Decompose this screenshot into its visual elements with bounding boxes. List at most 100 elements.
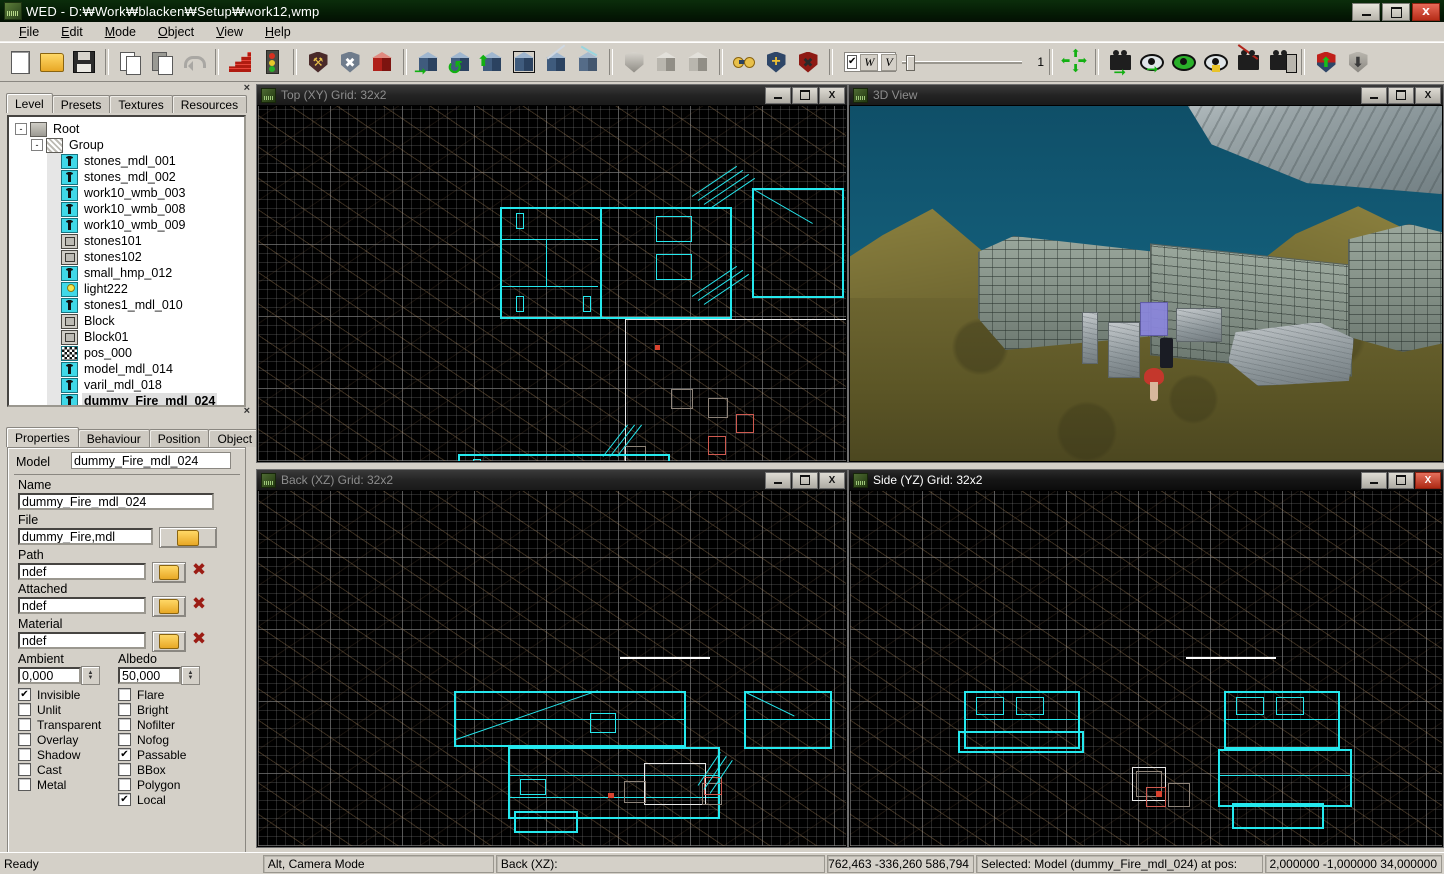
viewport-maximize-button[interactable] [1388, 471, 1414, 489]
view-toggle[interactable]: V [881, 53, 897, 71]
viewport-minimize-button[interactable] [765, 471, 791, 489]
tree-item[interactable]: Block01 [15, 329, 244, 345]
remove-shield-button[interactable]: ✖ [793, 47, 823, 77]
tree-item[interactable]: stones_mdl_001 [15, 153, 244, 169]
viewport-close-button[interactable]: X [1415, 471, 1441, 489]
material-input[interactable]: ndef [18, 632, 146, 649]
viewport-top-xy-canvas[interactable] [258, 106, 846, 461]
flag-transparent[interactable]: Transparent [18, 717, 101, 732]
carve-object-button[interactable] [573, 45, 603, 77]
tree-expander[interactable]: - [15, 123, 27, 135]
window-close-button[interactable]: X [1412, 3, 1440, 21]
build-level-button[interactable] [225, 47, 255, 77]
viewport-side-yz[interactable]: Side (YZ) Grid: 32x2 X [848, 469, 1444, 848]
properties-panel-close-icon[interactable]: × [244, 405, 250, 417]
checkbox[interactable] [118, 778, 131, 791]
tree-item[interactable]: light222 [15, 281, 244, 297]
viewport-maximize-button[interactable] [792, 471, 818, 489]
slider-thumb[interactable] [906, 55, 915, 71]
snap-checkbox[interactable]: ✔ [847, 55, 858, 69]
tree-item[interactable]: Block [15, 313, 244, 329]
tree-item[interactable]: - Root [15, 121, 244, 137]
path-browse-button[interactable] [152, 562, 186, 583]
disable-object-button[interactable]: ✖ [335, 47, 365, 77]
add-entity-button[interactable]: ⚒ [303, 47, 333, 77]
camera-cross-button[interactable] [1233, 43, 1263, 77]
raise-object-button[interactable]: ⬆ [1311, 47, 1341, 77]
hollow-object-button[interactable] [619, 47, 649, 77]
viewport-back-xz[interactable]: Back (XZ) Grid: 32x2 X [256, 469, 848, 848]
path-input[interactable]: ndef [18, 563, 146, 580]
viewport-maximize-button[interactable] [792, 86, 818, 104]
tab-properties[interactable]: Properties [6, 427, 79, 447]
flag-metal[interactable]: Metal [18, 777, 101, 792]
move-object-button[interactable]: ➞ [413, 47, 443, 79]
checkbox[interactable] [18, 718, 31, 731]
tree-item[interactable]: work10_wmb_008 [15, 201, 244, 217]
flag-bbox[interactable]: BBox [118, 762, 186, 777]
flag-unlit[interactable]: Unlit [18, 702, 101, 717]
flag-flare[interactable]: Flare [118, 687, 186, 702]
menu-item-mode[interactable]: Mode [94, 23, 147, 41]
flag-nofilter[interactable]: Nofilter [118, 717, 186, 732]
tree-item[interactable]: dummy_Fire_mdl_024 [15, 393, 244, 405]
file-browse-button[interactable] [159, 527, 217, 548]
viewport-minimize-button[interactable] [1361, 471, 1387, 489]
undo-button[interactable] [179, 47, 209, 77]
level-tree[interactable]: - Root - Group stones_mdl_001 stones_mdl_002 w… [7, 115, 246, 407]
attached-clear-button[interactable]: ✖ [188, 595, 210, 614]
tab-behaviour[interactable]: Behaviour [77, 429, 150, 447]
save-file-button[interactable] [69, 47, 99, 77]
add-shield-button[interactable]: + [761, 47, 791, 77]
material-clear-button[interactable]: ✖ [188, 630, 210, 649]
viewport-top-xy[interactable]: Top (XY) Grid: 32x2 X [256, 84, 848, 463]
checkbox[interactable] [118, 688, 131, 701]
viewport-minimize-button[interactable] [765, 86, 791, 104]
file-input[interactable]: dummy_Fire,mdl [18, 528, 153, 545]
tree-expander[interactable]: - [31, 139, 43, 151]
tree-item[interactable]: pos_000 [15, 345, 244, 361]
window-maximize-button[interactable] [1382, 3, 1410, 21]
tab-object[interactable]: Object [208, 429, 262, 447]
flag-polygon[interactable]: Polygon [118, 777, 186, 792]
viewport-back-xz-canvas[interactable] [258, 491, 846, 846]
flag-cast[interactable]: Cast [18, 762, 101, 777]
checkbox[interactable] [18, 748, 31, 761]
tab-textures[interactable]: Textures [109, 95, 173, 113]
scale-object-button[interactable]: ⬆ [477, 47, 507, 77]
flag-invisible[interactable]: ✔ Invisible [18, 687, 101, 702]
camera-screen-button[interactable] [1265, 47, 1297, 77]
viewport-3d[interactable]: 3D View X [848, 84, 1444, 463]
ungroup-cube-button[interactable] [683, 47, 713, 77]
viewport-close-button[interactable]: X [819, 471, 845, 489]
menu-item-file[interactable]: File [8, 23, 50, 41]
attached-browse-button[interactable] [152, 596, 186, 617]
flag-shadow[interactable]: Shadow [18, 747, 101, 762]
view-rotate-button[interactable] [1169, 47, 1199, 77]
tree-item[interactable]: - Group [15, 137, 244, 153]
ambient-stepper[interactable]: 0,000 ▲ ▼ [18, 666, 100, 685]
view-light-button[interactable] [1201, 47, 1231, 77]
paste-button[interactable] [147, 47, 177, 77]
run-level-button[interactable] [257, 47, 287, 77]
select-object-button[interactable] [509, 47, 539, 77]
checkbox[interactable]: ✔ [118, 748, 131, 761]
tree-item[interactable]: stones102 [15, 249, 244, 265]
menu-item-help[interactable]: Help [254, 23, 302, 41]
flag-passable[interactable]: ✔ Passable [118, 747, 186, 762]
copy-button[interactable] [115, 47, 145, 77]
tree-item[interactable]: model_mdl_014 [15, 361, 244, 377]
checkbox[interactable] [18, 733, 31, 746]
checkbox[interactable] [118, 703, 131, 716]
new-file-button[interactable] [5, 47, 35, 77]
open-file-button[interactable] [37, 47, 67, 77]
albedo-spin-buttons[interactable]: ▲ ▼ [181, 666, 200, 685]
rotate-object-button[interactable]: ↺ [445, 47, 475, 78]
tab-position[interactable]: Position [148, 429, 210, 447]
checkbox[interactable] [18, 778, 31, 791]
viewport-3d-canvas[interactable] [850, 106, 1442, 461]
level-panel-close-icon[interactable]: × [244, 82, 250, 94]
ambient-value[interactable]: 0,000 [18, 667, 81, 684]
flag-nofog[interactable]: Nofog [118, 732, 186, 747]
tree-item[interactable]: work10_wmb_003 [15, 185, 244, 201]
